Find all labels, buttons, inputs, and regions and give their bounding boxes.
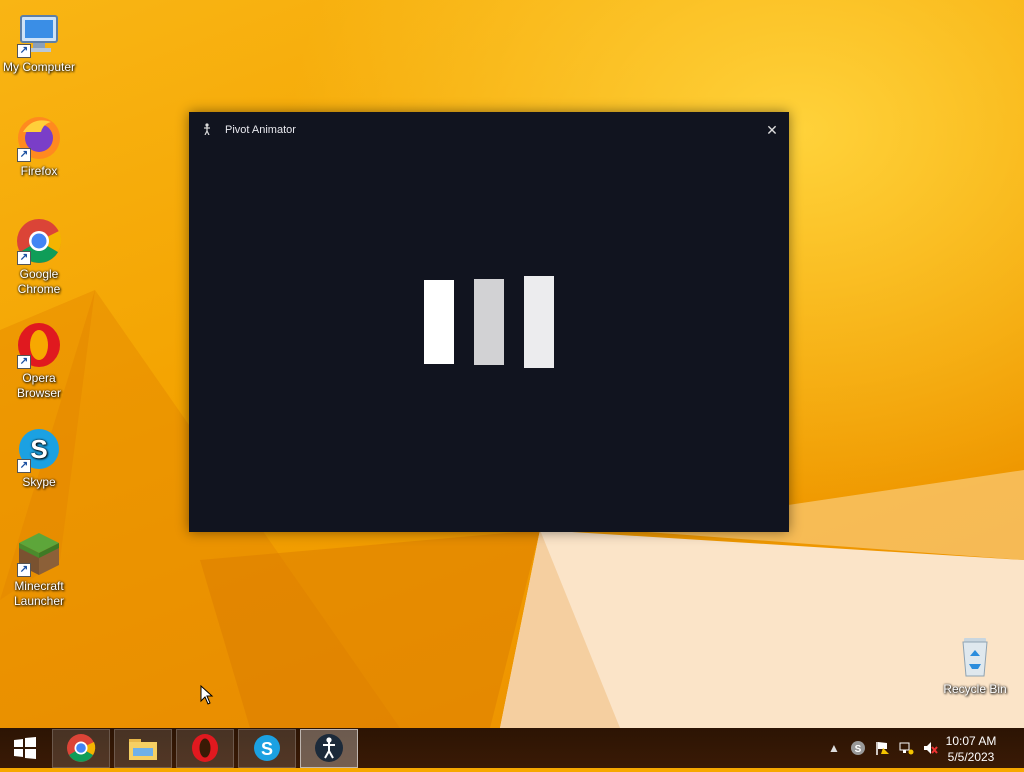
shortcut-arrow-icon: ↗ — [17, 251, 31, 265]
desktop-icon-google-chrome[interactable]: ↗ Google Chrome — [1, 217, 77, 297]
loading-bar — [474, 279, 504, 365]
windows-logo-icon — [14, 737, 36, 759]
pivot-animator-window[interactable]: Pivot Animator ✕ — [189, 112, 789, 532]
pivot-stickman-icon — [204, 123, 210, 135]
desktop-icon-firefox[interactable]: ↗ Firefox — [1, 114, 77, 179]
desktop-icon-opera-browser[interactable]: ↗ Opera Browser — [1, 321, 77, 401]
skype-icon: S — [254, 735, 280, 761]
taskbar-app-file-explorer[interactable] — [114, 729, 172, 768]
loading-bar — [524, 276, 554, 368]
start-button[interactable] — [4, 731, 44, 765]
loading-bar — [424, 280, 454, 364]
taskbar-app-pivot-animator[interactable] — [300, 729, 358, 768]
svg-text:S: S — [261, 739, 273, 759]
desktop-icon-label: Firefox — [20, 164, 58, 178]
clock-time: 10:07 AM — [945, 734, 997, 748]
network-icon[interactable] — [898, 740, 914, 756]
mouse-cursor-icon — [200, 685, 214, 705]
skype-icon: S ↗ — [15, 425, 63, 473]
folder-icon — [129, 739, 157, 760]
desktop-icon-my-computer[interactable]: ↗ My Computer — [1, 10, 77, 75]
chrome-icon — [67, 734, 96, 762]
clock-date: 5/5/2023 — [947, 750, 995, 764]
shortcut-arrow-icon: ↗ — [17, 44, 31, 58]
recycle-bin-icon — [951, 632, 999, 680]
shortcut-arrow-icon: ↗ — [17, 148, 31, 162]
firefox-icon: ↗ — [15, 114, 63, 162]
svg-text:S: S — [855, 744, 862, 755]
pivot-icon — [315, 734, 343, 762]
skype-tray-icon[interactable]: S — [850, 740, 866, 756]
desktop-icon-label: Google Chrome — [17, 267, 61, 296]
desktop-icon-label: Minecraft Launcher — [13, 579, 65, 608]
opera-icon — [192, 734, 218, 762]
shortcut-arrow-icon: ↗ — [17, 355, 31, 369]
window-title: Pivot Animator — [225, 124, 296, 136]
svg-text:S: S — [30, 434, 47, 464]
system-clock[interactable]: 10:07 AM 5/5/2023 — [936, 733, 1006, 765]
desktop-icon-label: My Computer — [2, 60, 76, 74]
window-titlebar[interactable]: Pivot Animator ✕ — [189, 112, 789, 146]
desktop-icon-skype[interactable]: S ↗ Skype — [1, 425, 77, 490]
chrome-icon: ↗ — [15, 217, 63, 265]
computer-icon: ↗ — [15, 10, 63, 58]
opera-icon: ↗ — [15, 321, 63, 369]
taskbar-app-opera[interactable] — [176, 729, 234, 768]
show-hidden-icons-chevron-up-icon[interactable]: ▲ — [826, 740, 842, 756]
shortcut-arrow-icon: ↗ — [17, 563, 31, 577]
taskbar-app-chrome[interactable] — [52, 729, 110, 768]
desktop-icon-label: Recycle Bin — [943, 682, 1007, 696]
desktop-background: ↗ My Computer ↗ Firefox ↗ Google Chrome … — [0, 0, 1024, 728]
shortcut-arrow-icon: ↗ — [17, 459, 31, 473]
desktop-icon-label: Skype — [22, 475, 56, 489]
action-center-flag-icon[interactable] — [874, 740, 890, 756]
desktop-icon-recycle-bin[interactable]: Recycle Bin — [937, 632, 1013, 697]
desktop-icon-label: Opera Browser — [16, 371, 61, 400]
minecraft-icon: ↗ — [15, 529, 63, 577]
taskbar: S ▲ S 10:07 AM 5/5/2023 — [0, 728, 1024, 768]
taskbar-app-skype[interactable]: S — [238, 729, 296, 768]
desktop-icon-minecraft-launcher[interactable]: ↗ Minecraft Launcher — [1, 529, 77, 609]
close-button[interactable]: ✕ — [761, 120, 783, 140]
